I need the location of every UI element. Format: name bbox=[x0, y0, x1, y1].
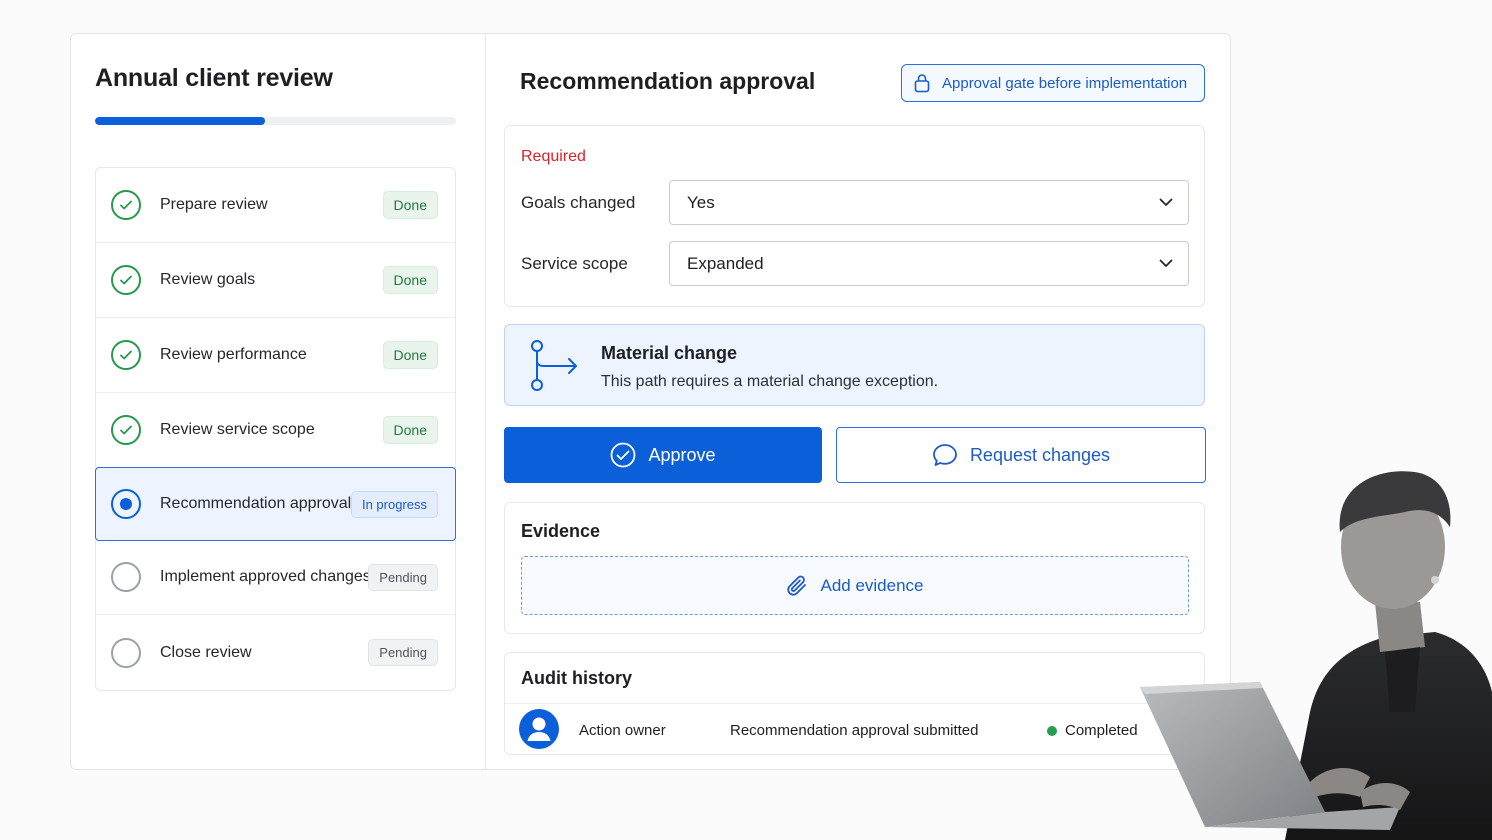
status-badge: Done bbox=[382, 341, 438, 369]
notice-title: Material change bbox=[601, 343, 738, 363]
request-changes-label: Request changes bbox=[969, 444, 1111, 465]
step-label: Prepare review bbox=[160, 196, 268, 213]
audit-event: Recommendation approval submitted bbox=[730, 722, 979, 739]
approve-label: Approve bbox=[648, 444, 716, 465]
goals-changed-select[interactable]: Yes bbox=[669, 180, 1189, 225]
audit-title: Audit history bbox=[521, 668, 632, 688]
audit-status: Completed bbox=[1047, 722, 1138, 739]
step-close-review[interactable]: Close review Pending bbox=[96, 615, 455, 690]
empty-circle-icon bbox=[111, 637, 141, 668]
step-label: Review service scope bbox=[160, 421, 315, 438]
review-card: Annual client review Prepare review Done… bbox=[70, 33, 1231, 770]
status-badge: Done bbox=[382, 191, 438, 219]
check-circle-icon bbox=[111, 190, 141, 220]
radio-filled-icon bbox=[111, 489, 141, 519]
service-scope-select[interactable]: Expanded bbox=[669, 241, 1189, 286]
status-badge: Done bbox=[382, 266, 438, 294]
add-evidence-label: Add evidence bbox=[820, 575, 924, 595]
user-icon bbox=[519, 709, 559, 749]
select-value: Yes bbox=[687, 192, 715, 212]
main-panel: Recommendation approval Approval gate be… bbox=[486, 34, 1230, 769]
page-title: Recommendation approval bbox=[520, 68, 816, 94]
notice-description: This path requires a material change exc… bbox=[601, 373, 939, 390]
audit-history-panel: Audit history Action owner Recommendatio… bbox=[504, 652, 1205, 755]
evidence-title: Evidence bbox=[521, 521, 601, 541]
progress-bar bbox=[95, 117, 456, 125]
steps-sidebar: Annual client review Prepare review Done… bbox=[71, 34, 486, 769]
check-circle-icon bbox=[611, 442, 636, 468]
person-with-laptop-image bbox=[1140, 471, 1492, 840]
step-label: Review performance bbox=[160, 346, 307, 363]
progress-bar-fill bbox=[95, 117, 265, 125]
field-label-service-scope: Service scope bbox=[521, 254, 628, 273]
step-label: Review goals bbox=[160, 271, 256, 288]
step-implement-approved-changes[interactable]: Implement approved changes Pending bbox=[96, 540, 455, 615]
add-evidence-dropzone[interactable]: Add evidence bbox=[521, 556, 1189, 615]
status-badge: In progress bbox=[350, 490, 438, 518]
chevron-down-icon bbox=[1159, 259, 1173, 267]
lock-icon bbox=[914, 74, 930, 93]
paperclip-icon bbox=[787, 575, 807, 596]
status-dot bbox=[1047, 725, 1057, 736]
step-label: Recommendation approval bbox=[160, 495, 352, 512]
step-recommendation-approval[interactable]: Recommendation approval In progress bbox=[95, 467, 456, 541]
branch-arrow-icon bbox=[531, 340, 577, 391]
step-review-service-scope[interactable]: Review service scope Done bbox=[96, 393, 455, 468]
material-change-notice: Material change This path requires a mat… bbox=[504, 324, 1205, 406]
required-fields-panel: Required Goals changed Yes Service scope… bbox=[504, 125, 1205, 307]
chevron-down-icon bbox=[1159, 198, 1173, 206]
audit-status-label: Completed bbox=[1065, 722, 1138, 739]
sidebar-title: Annual client review bbox=[95, 64, 333, 92]
evidence-panel: Evidence Add evidence bbox=[504, 502, 1205, 634]
approval-gate-button[interactable]: Approval gate before implementation bbox=[901, 64, 1205, 102]
status-badge: Pending bbox=[368, 563, 438, 591]
field-label-goals-changed: Goals changed bbox=[521, 193, 636, 212]
step-prepare-review[interactable]: Prepare review Done bbox=[96, 168, 455, 243]
status-badge: Pending bbox=[368, 639, 438, 666]
check-circle-icon bbox=[111, 415, 141, 445]
check-circle-icon bbox=[111, 340, 141, 370]
step-label: Implement approved changes bbox=[160, 568, 371, 585]
empty-circle-icon bbox=[111, 562, 141, 592]
step-review-goals[interactable]: Review goals Done bbox=[96, 243, 455, 318]
status-badge: Done bbox=[382, 416, 438, 444]
required-label: Required bbox=[521, 148, 586, 165]
step-list: Prepare review Done Review goals Done Re… bbox=[95, 167, 456, 691]
chat-bubble-icon bbox=[933, 444, 957, 466]
audit-row: Action owner Recommendation approval sub… bbox=[505, 703, 1204, 756]
approve-button[interactable]: Approve bbox=[504, 427, 822, 483]
select-value: Expanded bbox=[687, 253, 764, 273]
check-circle-icon bbox=[111, 265, 141, 295]
step-label: Close review bbox=[160, 643, 252, 661]
approval-gate-label: Approval gate before implementation bbox=[942, 74, 1188, 92]
step-review-performance[interactable]: Review performance Done bbox=[96, 318, 455, 393]
audit-owner: Action owner bbox=[579, 722, 666, 739]
